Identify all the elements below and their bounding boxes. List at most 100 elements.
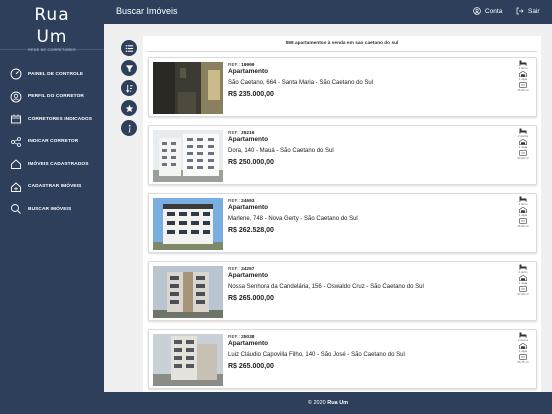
footer-brand: Rua Um bbox=[327, 400, 349, 406]
property-address: Luiz Cláudio Capovilla Filho, 140 - São … bbox=[228, 352, 405, 358]
sidebar-item-label: CORRETORES INDICADOS bbox=[28, 116, 93, 122]
bedrooms-count: 2 dorms bbox=[517, 338, 529, 342]
property-address: São Caetano, 664 - Santa Maria - São Cae… bbox=[228, 80, 374, 86]
listing-info: REF.: 19999 Apartamento São Caetano, 664… bbox=[228, 63, 508, 98]
side-actions bbox=[121, 40, 137, 140]
area-size: 35,00 m² bbox=[517, 88, 529, 92]
property-price: R$ 265.000,00 bbox=[228, 295, 274, 302]
filter-button[interactable] bbox=[121, 60, 137, 76]
bedrooms-count: 2 dorms bbox=[517, 134, 529, 138]
listing-features: 1 dorm 1 vaga 37,00 m² bbox=[514, 264, 532, 297]
sidebar-item-register-properties[interactable]: CADASTRAR IMÓVEIS bbox=[0, 176, 104, 199]
star-icon bbox=[125, 104, 133, 112]
property-price: R$ 235.000,00 bbox=[228, 91, 274, 98]
property-type: Apartamento bbox=[228, 136, 269, 143]
sidebar-item-referrals[interactable]: CORRETORES INDICADOS bbox=[0, 108, 104, 131]
search-icon bbox=[11, 204, 21, 215]
listing-info: REF.: 24693 Apartamento Marlene, 748 - N… bbox=[228, 199, 508, 234]
logo-tagline: REDE DE CORRETORES bbox=[28, 48, 76, 52]
sort-icon bbox=[125, 84, 133, 93]
listing-photo[interactable] bbox=[153, 62, 223, 114]
bedrooms-count: 1 dorm bbox=[518, 270, 528, 274]
referrals-icon bbox=[11, 114, 21, 124]
sidebar: Rua Um REDE DE CORRETORES PAINEL DE CONT… bbox=[0, 0, 104, 414]
area-size: 36,09 m² bbox=[517, 224, 529, 228]
property-address: Nossa Senhora da Candelária, 156 - Oswal… bbox=[228, 284, 424, 290]
sidebar-item-dashboard[interactable]: PAINEL DE CONTROLE bbox=[0, 63, 104, 86]
results-panel: 588 apartamentos à venda em sao caetano … bbox=[143, 36, 541, 392]
house-icon bbox=[11, 159, 21, 170]
property-address: Dora, 140 - Mauá - São Caetano do Sul bbox=[228, 148, 334, 154]
share-icon bbox=[11, 136, 21, 147]
list-view-button[interactable] bbox=[121, 40, 137, 56]
sidebar-item-label: IMÓVEIS CADASTRADOS bbox=[28, 161, 89, 167]
property-type: Apartamento bbox=[228, 340, 269, 347]
sidebar-item-refer-broker[interactable]: INDICAR CORRETOR bbox=[0, 131, 104, 154]
listing-info: REF.: 25038 Apartamento Luiz Cláudio Cap… bbox=[228, 335, 508, 370]
favorites-button[interactable] bbox=[121, 100, 137, 116]
sidebar-item-registered-properties[interactable]: IMÓVEIS CADASTRADOS bbox=[0, 153, 104, 176]
listing-info: REF.: 24257 Apartamento Nossa Senhora da… bbox=[228, 267, 508, 302]
filter-icon bbox=[125, 64, 133, 72]
sidebar-item-label: BUSCAR IMÓVEIS bbox=[28, 206, 72, 212]
garage-count: 1 vaga bbox=[518, 213, 528, 217]
property-price: R$ 250.000,00 bbox=[228, 159, 274, 166]
logout-icon bbox=[516, 7, 524, 15]
listing-card[interactable]: REF.: 25216 Apartamento Dora, 140 - Mauá… bbox=[148, 125, 537, 185]
sidebar-item-label: PERFIL DO CORRETOR bbox=[28, 94, 84, 100]
bedrooms-count: 1 dorm bbox=[518, 202, 528, 206]
copyright-text: © 2020 bbox=[307, 400, 326, 406]
dashboard-icon bbox=[10, 68, 22, 80]
sidebar-item-search-properties[interactable]: BUSCAR IMÓVEIS bbox=[0, 198, 104, 221]
garage-count: 1 vaga bbox=[518, 349, 528, 353]
listing-card[interactable]: REF.: 24257 Apartamento Nossa Senhora da… bbox=[148, 261, 537, 321]
logo-line-2: Um bbox=[36, 27, 68, 47]
listing-features: 1 dorm 1 vaga 36,09 m² bbox=[514, 196, 532, 229]
area-size: 55,75 m² bbox=[517, 360, 529, 364]
sidebar-item-label: CADASTRAR IMÓVEIS bbox=[28, 184, 82, 190]
logo-line-1: Rua bbox=[34, 5, 70, 25]
listing-photo[interactable] bbox=[153, 198, 223, 250]
listing-photo[interactable] bbox=[153, 334, 223, 386]
logout-label: Sair bbox=[528, 7, 540, 15]
property-type: Apartamento bbox=[228, 204, 269, 211]
info-button[interactable] bbox=[121, 120, 137, 136]
listing-features: 2 dorms 1 vaga 55,75 m² bbox=[514, 332, 532, 365]
listing-card[interactable]: REF.: 25038 Apartamento Luiz Cláudio Cap… bbox=[148, 329, 537, 389]
account-label: Conta bbox=[485, 7, 503, 15]
results-count-header: 588 apartamentos à venda em sao caetano … bbox=[147, 36, 537, 52]
listing-card[interactable]: REF.: 19999 Apartamento São Caetano, 664… bbox=[148, 57, 537, 117]
logout-button[interactable]: Sair bbox=[516, 7, 540, 15]
page-title: Buscar Imóveis bbox=[116, 6, 178, 16]
property-type: Apartamento bbox=[228, 272, 269, 279]
listing-photo[interactable] bbox=[153, 266, 223, 318]
area-size: 37,00 m² bbox=[517, 292, 529, 296]
garage-count: 1 vaga bbox=[518, 145, 528, 149]
brand-logo[interactable]: Rua Um REDE DE CORRETORES bbox=[0, 0, 104, 52]
list-icon bbox=[125, 44, 133, 52]
bedrooms-count: 1 dorm bbox=[518, 66, 528, 70]
info-icon bbox=[127, 124, 131, 132]
sidebar-menu: PAINEL DE CONTROLE PERFIL DO CORRETOR CO… bbox=[0, 63, 104, 221]
listing-photo[interactable] bbox=[153, 130, 223, 182]
listing-card[interactable]: REF.: 24693 Apartamento Marlene, 748 - N… bbox=[148, 193, 537, 253]
footer: © 2020 Rua Um bbox=[104, 392, 552, 414]
listing-features: 2 dorms 1 vaga 50,00 m² bbox=[514, 128, 532, 161]
area-size: 50,00 m² bbox=[517, 156, 529, 160]
listing-info: REF.: 25216 Apartamento Dora, 140 - Mauá… bbox=[228, 131, 508, 166]
sidebar-item-profile[interactable]: PERFIL DO CORRETOR bbox=[0, 86, 104, 109]
property-price: R$ 265.000,00 bbox=[228, 363, 274, 370]
property-type: Apartamento bbox=[228, 68, 269, 75]
account-icon bbox=[473, 7, 481, 15]
sort-button[interactable] bbox=[121, 80, 137, 96]
profile-icon bbox=[10, 91, 22, 103]
garage-count: 1 vaga bbox=[518, 281, 528, 285]
listing-features: 1 dorm 1 vaga 35,00 m² bbox=[514, 60, 532, 93]
sidebar-item-label: PAINEL DE CONTROLE bbox=[28, 71, 84, 77]
property-address: Marlene, 748 - Nova Gerty - São Caetano … bbox=[228, 216, 358, 222]
top-bar: Buscar Imóveis Conta Sair bbox=[104, 0, 552, 24]
sidebar-item-label: INDICAR CORRETOR bbox=[28, 139, 79, 145]
garage-count: 1 vaga bbox=[518, 77, 528, 81]
account-button[interactable]: Conta bbox=[473, 7, 502, 15]
add-house-icon bbox=[11, 182, 21, 192]
